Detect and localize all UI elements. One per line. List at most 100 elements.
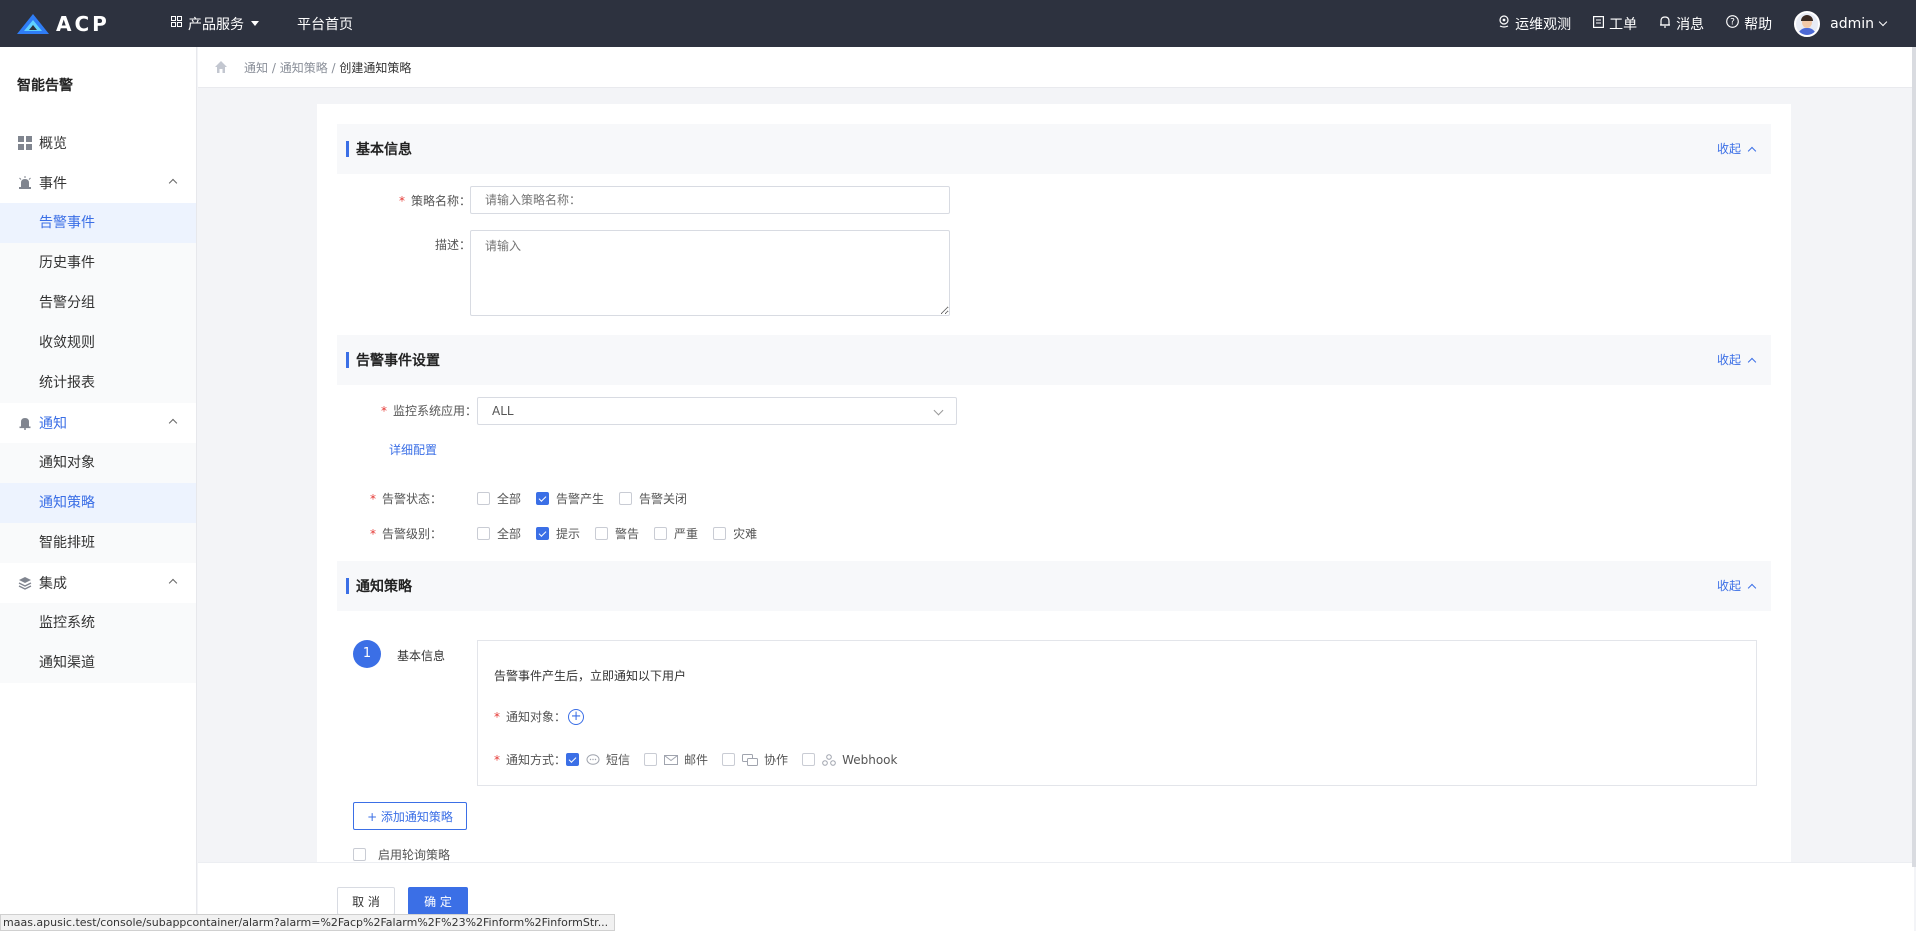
method-webhook-checkbox[interactable]: Webhook: [802, 753, 897, 767]
chevron-up-icon: [168, 418, 178, 428]
description-label: 描述：: [434, 238, 471, 252]
chevron-down-icon: [1878, 17, 1888, 26]
detail-config-link[interactable]: 详细配置: [389, 441, 437, 458]
alarm-status-label: * 告警状态：: [370, 492, 443, 506]
sidebar-notify-label: 通知: [39, 416, 67, 432]
sidebar-integration-label: 集成: [39, 576, 67, 592]
chevron-up-icon: [168, 578, 178, 588]
status-all-checkbox[interactable]: 全部: [477, 490, 521, 507]
enable-polling-checkbox[interactable]: 启用轮询策略: [353, 846, 450, 863]
collapse-toggle[interactable]: 收起: [1717, 351, 1757, 368]
breadcrumb-notify-policy[interactable]: 通知策略: [280, 61, 328, 75]
user-menu[interactable]: admin: [1830, 16, 1888, 32]
description-textarea[interactable]: [470, 230, 950, 316]
chevron-up-icon: [1747, 583, 1757, 592]
breadcrumb-bar: 通知 / 通知策略 / 创建通知策略: [198, 47, 1914, 88]
breadcrumb: 通知 / 通知策略 / 创建通知策略: [244, 60, 412, 75]
section-title: 告警事件设置: [356, 353, 440, 369]
home-icon[interactable]: [214, 60, 228, 74]
sidebar-item-alarm-groups[interactable]: 告警分组: [0, 283, 196, 323]
mail-icon: [664, 754, 679, 766]
monitor-app-select[interactable]: ALL: [477, 397, 957, 425]
sidebar-group-events[interactable]: 事件: [0, 163, 196, 203]
acp-logo[interactable]: ACP: [16, 12, 146, 36]
layers-icon: [17, 576, 32, 591]
collab-icon: [742, 753, 759, 766]
user-avatar[interactable]: [1794, 10, 1821, 37]
level-info-checkbox[interactable]: 提示: [536, 525, 580, 542]
monitor-app-label: * 监控系统应用：: [380, 404, 477, 418]
alarm-level-label: * 告警级别：: [370, 527, 443, 541]
chevron-up-icon: [168, 178, 178, 188]
sidebar-item-reports[interactable]: 统计报表: [0, 363, 196, 403]
sidebar-title: 智能告警: [17, 78, 73, 94]
chevron-up-icon: [1747, 146, 1757, 155]
ops-observe-link[interactable]: 运维观测: [1498, 14, 1571, 34]
dashboard-icon: [17, 136, 32, 151]
notify-target-row: * 通知对象： +: [494, 708, 585, 725]
collapse-toggle[interactable]: 收起: [1717, 140, 1757, 157]
notify-target-label: 通知对象：: [506, 710, 567, 724]
notify-method-row: * 通知方式： 短信 邮件 协作 Webhook: [494, 751, 898, 768]
webhook-icon: [822, 753, 836, 766]
cancel-button[interactable]: 取 消: [337, 887, 395, 915]
step-number: 1: [353, 640, 381, 668]
sidebar-events-label: 事件: [39, 176, 67, 192]
product-services-menu[interactable]: 产品服务: [171, 14, 259, 34]
section-header-basic-info: 基本信息 收起: [337, 124, 1771, 174]
caret-down-icon: [251, 21, 259, 26]
sidebar-group-integration[interactable]: 集成: [0, 563, 196, 603]
breadcrumb-notify[interactable]: 通知: [244, 61, 268, 75]
sidebar-overview-label: 概览: [39, 136, 67, 152]
work-order-label: 工单: [1609, 16, 1638, 33]
policy-name-input[interactable]: [470, 186, 950, 214]
sidebar-item-notify-targets[interactable]: 通知对象: [0, 443, 196, 483]
confirm-button[interactable]: 确 定: [408, 887, 468, 915]
help-label: 帮助: [1744, 16, 1773, 33]
platform-home-link[interactable]: 平台首页: [297, 14, 353, 34]
level-disaster-checkbox[interactable]: 灾难: [713, 525, 757, 542]
section-title: 基本信息: [356, 142, 412, 158]
level-severe-checkbox[interactable]: 严重: [654, 525, 698, 542]
alarm-icon: [17, 176, 32, 191]
add-target-plus-icon[interactable]: +: [568, 708, 585, 725]
add-notify-policy-button[interactable]: + 添加通知策略: [353, 802, 467, 830]
ops-observe-label: 运维观测: [1515, 16, 1572, 33]
level-warning-checkbox[interactable]: 警告: [595, 525, 639, 542]
method-collab-checkbox[interactable]: 协作: [722, 751, 788, 768]
sidebar-item-smart-scheduling[interactable]: 智能排班: [0, 523, 196, 563]
sidebar-item-notify-channels[interactable]: 通知渠道: [0, 643, 196, 683]
messages-link[interactable]: 消息: [1659, 14, 1704, 34]
method-email-checkbox[interactable]: 邮件: [644, 751, 708, 768]
product-services-label: 产品服务: [188, 16, 244, 33]
chat-icon: [586, 753, 600, 766]
status-raised-checkbox[interactable]: 告警产生: [536, 490, 604, 507]
status-closed-checkbox[interactable]: 告警关闭: [619, 490, 687, 507]
method-sms-checkbox[interactable]: 短信: [566, 751, 630, 768]
logo-text: ACP: [56, 11, 110, 36]
level-all-checkbox[interactable]: 全部: [477, 525, 521, 542]
step-label: 基本信息: [397, 649, 446, 663]
alarm-level-options: 全部 提示 警告 严重 灾难: [477, 525, 772, 542]
sidebar-item-notify-policy[interactable]: 通知策略: [0, 483, 196, 523]
sidebar: 智能告警 概览 事件 告警事件 历史事件 告警分组 收敛规则 统计报表 通知 通…: [0, 47, 197, 931]
help-link[interactable]: ? 帮助: [1726, 14, 1772, 34]
sidebar-item-overview[interactable]: 概览: [0, 123, 196, 163]
page-scrollbar[interactable]: [1912, 47, 1916, 867]
sidebar-item-monitor-systems[interactable]: 监控系统: [0, 603, 196, 643]
sidebar-item-convergence-rules[interactable]: 收敛规则: [0, 323, 196, 363]
collapse-toggle[interactable]: 收起: [1717, 577, 1757, 594]
work-order-link[interactable]: 工单: [1593, 14, 1637, 34]
section-title: 通知策略: [356, 579, 412, 595]
messages-label: 消息: [1676, 16, 1705, 33]
breadcrumb-current: 创建通知策略: [339, 60, 412, 75]
platform-home-label: 平台首页: [297, 16, 353, 33]
notify-method-label: 通知方式：: [506, 753, 567, 767]
question-icon: ?: [1726, 15, 1739, 32]
sidebar-item-history-events[interactable]: 历史事件: [0, 243, 196, 283]
bell-icon: [17, 416, 32, 431]
notify-rule-box: 告警事件产生后，立即通知以下用户 * 通知对象： + * 通知方式： 短信 邮件 协…: [477, 640, 1757, 786]
sidebar-group-notify[interactable]: 通知: [0, 403, 196, 443]
location-icon: [1498, 15, 1510, 32]
sidebar-item-alarm-events[interactable]: 告警事件: [0, 203, 196, 243]
